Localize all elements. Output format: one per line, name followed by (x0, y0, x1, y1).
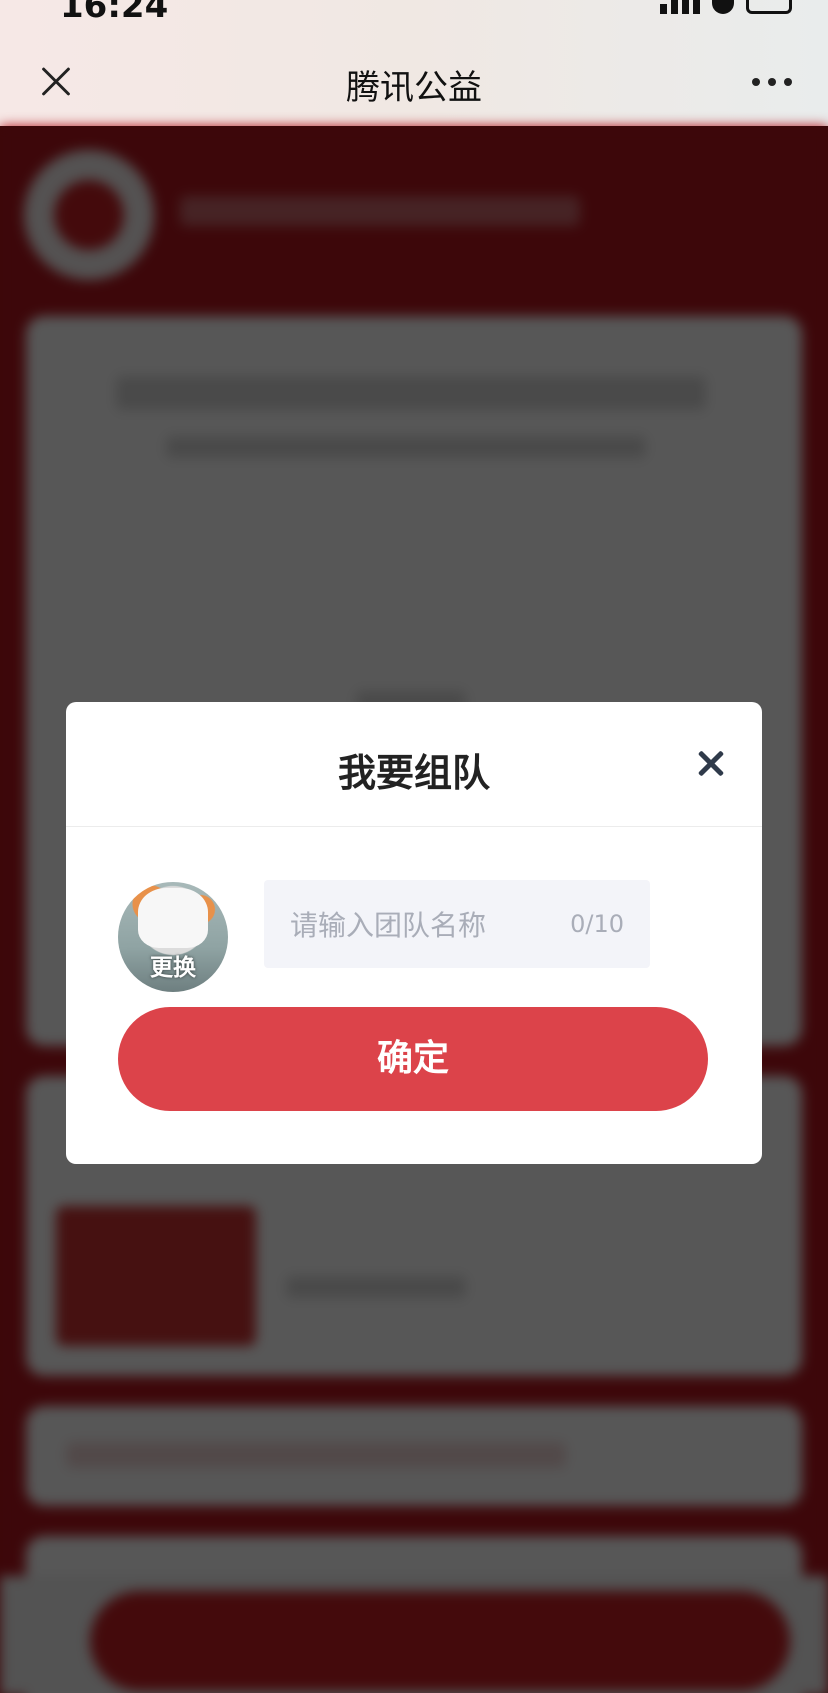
change-avatar-label: 更换 (150, 955, 196, 981)
avatar-image (138, 888, 208, 948)
more-icon[interactable] (752, 78, 792, 86)
team-name-placeholder: 请输入团队名称 (290, 909, 487, 942)
signal-icon (660, 0, 700, 14)
create-team-dialog: 我要组队 更换 请输入团队名称 0/10 确定 (66, 702, 762, 1164)
confirm-button[interactable]: 确定 (118, 1007, 708, 1111)
status-icons (660, 0, 792, 14)
team-avatar[interactable]: 更换 (118, 882, 228, 992)
char-counter: 0/10 (570, 910, 624, 938)
close-icon[interactable] (696, 748, 726, 778)
status-time: 16:24 (60, 0, 169, 26)
team-name-input[interactable]: 请输入团队名称 0/10 (264, 880, 650, 968)
dialog-title: 我要组队 (337, 751, 490, 795)
top-bar: 16:24 腾讯公益 (0, 0, 828, 126)
dialog-header: 我要组队 (66, 702, 762, 827)
page-title: 腾讯公益 (346, 68, 482, 108)
battery-icon (746, 0, 792, 14)
wifi-icon (712, 0, 734, 14)
